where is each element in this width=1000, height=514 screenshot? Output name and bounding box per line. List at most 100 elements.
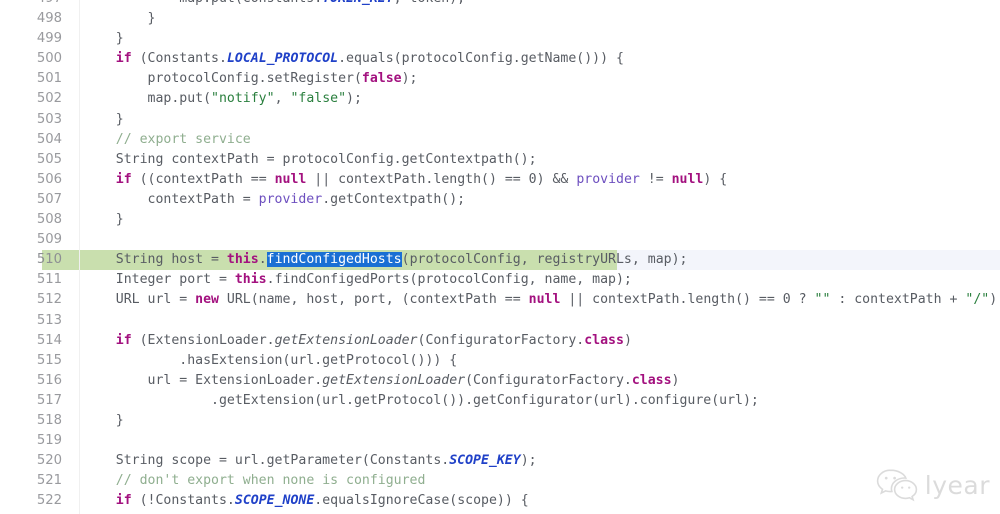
code-token: );	[401, 71, 418, 87]
code-token: this	[226, 252, 259, 268]
code-line[interactable]: 501 protocolConfig.setRegister(false);	[0, 69, 1000, 89]
line-number[interactable]: 518	[0, 411, 62, 431]
line-number[interactable]: 513	[0, 311, 62, 331]
code-line[interactable]: 514 if (ExtensionLoader.getExtensionLoad…	[0, 331, 1000, 351]
line-number[interactable]: 505	[0, 150, 62, 170]
line-number[interactable]: 520	[0, 451, 62, 471]
code-text[interactable]: .hasExtension(url.getProtocol())) {	[84, 351, 457, 371]
line-number[interactable]: 501	[0, 69, 62, 89]
code-text[interactable]: if (Constants.LOCAL_PROTOCOL.equals(prot…	[84, 49, 624, 69]
code-line[interactable]: 499 }	[0, 29, 1000, 49]
line-number[interactable]: 504	[0, 130, 62, 150]
code-text[interactable]: url = ExtensionLoader.getExtensionLoader…	[84, 371, 680, 391]
code-token: )	[623, 332, 632, 348]
code-line[interactable]: 513	[0, 311, 1000, 331]
code-line[interactable]: 518 }	[0, 411, 1000, 431]
code-token: }	[84, 11, 156, 27]
line-number[interactable]: 499	[0, 29, 62, 49]
code-line[interactable]: 500 if (Constants.LOCAL_PROTOCOL.equals(…	[0, 49, 1000, 69]
line-number[interactable]: 508	[0, 210, 62, 230]
line-number[interactable]: 519	[0, 431, 62, 451]
code-token: provider	[258, 191, 323, 207]
code-token: String scope = url.getParameter(Constant…	[84, 453, 450, 469]
code-token: ,	[274, 91, 291, 107]
code-line[interactable]: 510 String host = this.findConfigedHosts…	[0, 250, 1000, 271]
code-text[interactable]: if (ExtensionLoader.getExtensionLoader(C…	[84, 331, 632, 351]
code-line[interactable]: 516 url = ExtensionLoader.getExtensionLo…	[0, 371, 1000, 391]
code-token: this	[234, 272, 267, 288]
code-text[interactable]: }	[84, 110, 124, 130]
code-line[interactable]: 504 // export service	[0, 130, 1000, 150]
code-token: null	[274, 171, 307, 187]
code-line[interactable]: 503 }	[0, 110, 1000, 130]
code-line[interactable]: 505 String contextPath = protocolConfig.…	[0, 150, 1000, 170]
line-number[interactable]: 503	[0, 110, 62, 130]
line-number[interactable]: 500	[0, 49, 62, 69]
line-number[interactable]: 498	[0, 9, 62, 29]
code-line[interactable]: 502 map.put("notify", "false");	[0, 89, 1000, 109]
code-line[interactable]: 506 if ((contextPath == null || contextP…	[0, 170, 1000, 190]
code-line[interactable]: 509	[0, 230, 1000, 250]
code-line[interactable]: 498 }	[0, 9, 1000, 29]
code-line[interactable]: 521 // don't export when none is configu…	[0, 471, 1000, 491]
code-token: String host =	[84, 252, 227, 268]
line-number[interactable]: 509	[0, 230, 62, 250]
code-text[interactable]: // don't export when none is configured	[84, 471, 426, 491]
code-line[interactable]: 497 map.put(Constants.TOKEN_KEY, token);	[0, 0, 1000, 9]
code-lines-container[interactable]: 497 map.put(Constants.TOKEN_KEY, token);…	[0, 0, 1000, 514]
code-text[interactable]: if ((contextPath == null || contextPath.…	[84, 170, 727, 190]
line-number[interactable]: 511	[0, 270, 62, 290]
code-token: .getContextpath();	[322, 191, 466, 207]
code-token: (!Constants.	[131, 493, 235, 509]
code-line[interactable]: 508 }	[0, 210, 1000, 230]
line-number[interactable]: 517	[0, 391, 62, 411]
code-text[interactable]: Integer port = this.findConfigedPorts(pr…	[84, 270, 632, 290]
line-number[interactable]: 510	[0, 250, 62, 270]
code-text[interactable]: .getExtension(url.getProtocol()).getConf…	[84, 391, 759, 411]
code-token: protocolConfig.setRegister(	[84, 71, 362, 87]
code-editor[interactable]: 497 map.put(Constants.TOKEN_KEY, token);…	[0, 0, 1000, 514]
code-line[interactable]: 522 if (!Constants.SCOPE_NONE.equalsIgno…	[0, 491, 1000, 511]
code-token: provider	[576, 171, 640, 187]
code-token: (ConfiguratorFactory.	[417, 332, 585, 348]
code-token: url = ExtensionLoader.	[84, 372, 323, 388]
code-text[interactable]: if (!Constants.SCOPE_NONE.equalsIgnoreCa…	[84, 491, 529, 511]
code-line[interactable]: 511 Integer port = this.findConfigedPort…	[0, 270, 1000, 290]
code-text[interactable]: }	[84, 9, 156, 29]
line-number[interactable]: 522	[0, 491, 62, 511]
code-line[interactable]: 507 contextPath = provider.getContextpat…	[0, 190, 1000, 210]
wechat-icon	[876, 468, 918, 502]
code-text[interactable]: protocolConfig.setRegister(false);	[84, 69, 418, 89]
code-line[interactable]: 515 .hasExtension(url.getProtocol())) {	[0, 351, 1000, 371]
code-text[interactable]: map.put(Constants.TOKEN_KEY, token);	[84, 0, 465, 9]
code-line[interactable]: 517 .getExtension(url.getProtocol()).get…	[0, 391, 1000, 411]
code-token: || contextPath.length() ==	[306, 171, 529, 187]
code-text[interactable]: }	[84, 411, 124, 431]
line-number[interactable]: 515	[0, 351, 62, 371]
line-number[interactable]: 514	[0, 331, 62, 351]
line-number[interactable]: 506	[0, 170, 62, 190]
code-line[interactable]: 512 URL url = new URL(name, host, port, …	[0, 290, 1000, 310]
code-text[interactable]: String contextPath = protocolConfig.getC…	[84, 150, 537, 170]
line-number[interactable]: 512	[0, 290, 62, 310]
code-text[interactable]: }	[84, 29, 124, 49]
line-number[interactable]: 516	[0, 371, 62, 391]
line-number[interactable]: 502	[0, 89, 62, 109]
line-number[interactable]: 497	[0, 0, 62, 9]
code-token: }	[84, 111, 124, 127]
code-text[interactable]: contextPath = provider.getContextpath();	[84, 190, 466, 210]
code-token: new	[195, 292, 219, 308]
code-text[interactable]: URL url = new URL(name, host, port, (con…	[84, 290, 1000, 310]
code-text[interactable]: map.put("notify", "false");	[84, 89, 362, 109]
line-number[interactable]: 521	[0, 471, 62, 491]
code-text[interactable]: // export service	[84, 130, 251, 150]
code-text[interactable]: String host = this.findConfigedHosts(pro…	[84, 250, 687, 270]
code-text[interactable]: }	[84, 210, 124, 230]
code-line[interactable]: 520 String scope = url.getParameter(Cons…	[0, 451, 1000, 471]
code-text[interactable]: String scope = url.getParameter(Constant…	[84, 451, 537, 471]
code-line[interactable]: 519	[0, 431, 1000, 451]
code-token: .findConfigedPorts(protocolConfig, name,…	[266, 272, 632, 288]
line-number[interactable]: 507	[0, 190, 62, 210]
code-token: 0	[528, 171, 537, 187]
